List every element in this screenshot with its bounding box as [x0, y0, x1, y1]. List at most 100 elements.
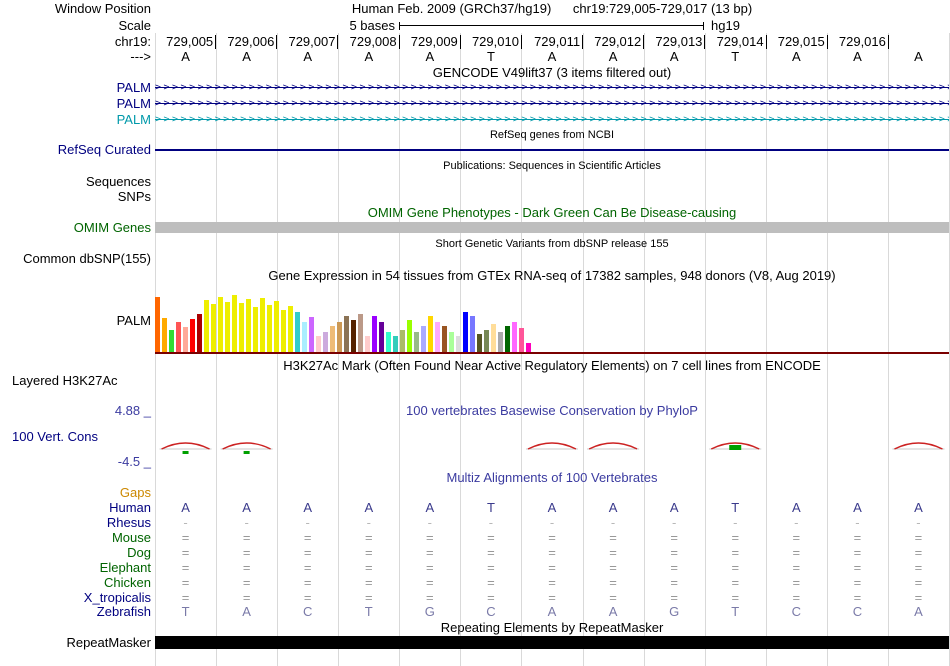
gtex-tissue-bar[interactable]: [169, 330, 174, 352]
gtex-tissue-bar[interactable]: [414, 332, 419, 352]
gene-label-palm-3[interactable]: PALM: [0, 113, 151, 127]
gtex-tissue-bar[interactable]: [421, 326, 426, 352]
gtex-tissue-bar[interactable]: [162, 318, 167, 352]
snps-label[interactable]: SNPs: [0, 190, 151, 204]
repeatmasker-track-title[interactable]: Repeating Elements by RepeatMasker: [155, 621, 949, 635]
multiz-label-chicken[interactable]: Chicken: [0, 576, 151, 590]
publications-track-title[interactable]: Publications: Sequences in Scientific Ar…: [155, 160, 949, 172]
refseq-track-title[interactable]: RefSeq genes from NCBI: [155, 129, 949, 141]
gtex-tissue-bar[interactable]: [260, 298, 265, 352]
gtex-expression-barchart[interactable]: [155, 294, 949, 352]
multiz-track-title[interactable]: Multiz Alignments of 100 Vertebrates: [155, 471, 949, 485]
gtex-tissue-bar[interactable]: [407, 320, 412, 352]
gtex-tissue-bar[interactable]: [379, 322, 384, 352]
omim-track-title[interactable]: OMIM Gene Phenotypes - Dark Green Can Be…: [155, 206, 949, 220]
gencode-track-title[interactable]: GENCODE V49lift37 (3 items filtered out): [155, 66, 949, 80]
gtex-tissue-bar[interactable]: [428, 316, 433, 352]
gtex-tissue-bar[interactable]: [239, 303, 244, 352]
gtex-baseline: [155, 352, 949, 354]
omim-genes-label[interactable]: OMIM Genes: [0, 221, 151, 235]
gtex-tissue-bar[interactable]: [449, 332, 454, 352]
gtex-tissue-bar[interactable]: [344, 316, 349, 352]
gtex-tissue-bar[interactable]: [281, 310, 286, 352]
gtex-tissue-bar[interactable]: [295, 312, 300, 352]
gtex-tissue-bar[interactable]: [197, 314, 202, 352]
gtex-tissue-bar[interactable]: [267, 305, 272, 352]
gtex-tissue-bar[interactable]: [470, 316, 475, 352]
gene-label-palm-2[interactable]: PALM: [0, 97, 151, 111]
base-cell: G: [669, 604, 680, 619]
gtex-tissue-bar[interactable]: [358, 314, 363, 352]
gtex-tissue-bar[interactable]: [484, 330, 489, 352]
gtex-tissue-bar[interactable]: [456, 336, 461, 352]
gtex-tissue-bar[interactable]: [477, 334, 482, 352]
gtex-tissue-bar[interactable]: [365, 336, 370, 352]
gtex-tissue-bar[interactable]: [309, 317, 314, 352]
sequences-label[interactable]: Sequences: [0, 175, 151, 189]
gtex-tissue-bar[interactable]: [435, 322, 440, 352]
multiz-label-x-tropicalis[interactable]: X_tropicalis: [0, 591, 151, 605]
gtex-tissue-bar[interactable]: [155, 297, 160, 352]
transcript-palm-2[interactable]: >>>>>>>>>>>>>>>>>>>>>>>>>>>>>>>>>>>>>>>>…: [155, 97, 949, 110]
gtex-tissue-bar[interactable]: [491, 324, 496, 352]
gtex-tissue-bar[interactable]: [190, 319, 195, 352]
gene-label-palm-1[interactable]: PALM: [0, 81, 151, 95]
transcript-palm-3[interactable]: >>>>>>>>>>>>>>>>>>>>>>>>>>>>>>>>>>>>>>>>…: [155, 113, 949, 126]
gtex-tissue-bar[interactable]: [218, 297, 223, 352]
gtex-tissue-bar[interactable]: [302, 322, 307, 352]
gtex-track-title[interactable]: Gene Expression in 54 tissues from GTEx …: [155, 269, 949, 283]
conservation-label[interactable]: 100 Vert. Cons: [0, 430, 151, 444]
h3k27ac-track-title[interactable]: H3K27Ac Mark (Often Found Near Active Re…: [155, 359, 949, 373]
refseq-gene-item[interactable]: [155, 149, 949, 151]
multiz-label-rhesus[interactable]: Rhesus: [0, 516, 151, 530]
gtex-tissue-bar[interactable]: [316, 336, 321, 352]
multiz-label-mouse[interactable]: Mouse: [0, 531, 151, 545]
conservation-track-title[interactable]: 100 vertebrates Basewise Conservation by…: [155, 404, 949, 418]
dbsnp-track-title[interactable]: Short Genetic Variants from dbSNP releas…: [155, 238, 949, 250]
gtex-gene-label[interactable]: PALM: [0, 314, 151, 328]
multiz-label-zebrafish[interactable]: Zebrafish: [0, 605, 151, 619]
gtex-tissue-bar[interactable]: [204, 300, 209, 352]
gtex-tissue-bar[interactable]: [232, 295, 237, 352]
base-cell: =: [303, 590, 312, 605]
gtex-tissue-bar[interactable]: [176, 322, 181, 352]
range-title: chr19:729,005-729,017 (13 bp): [572, 1, 753, 16]
gtex-tissue-bar[interactable]: [386, 332, 391, 352]
gtex-tissue-bar[interactable]: [372, 316, 377, 352]
gtex-tissue-bar[interactable]: [351, 320, 356, 352]
gtex-tissue-bar[interactable]: [498, 332, 503, 352]
refseq-curated-label[interactable]: RefSeq Curated: [0, 143, 151, 157]
gtex-tissue-bar[interactable]: [288, 306, 293, 352]
omim-gene-item[interactable]: [155, 222, 949, 233]
gtex-tissue-bar[interactable]: [330, 326, 335, 352]
gtex-tissue-bar[interactable]: [225, 302, 230, 352]
multiz-label-dog[interactable]: Dog: [0, 546, 151, 560]
gtex-tissue-bar[interactable]: [323, 332, 328, 352]
gtex-tissue-bar[interactable]: [183, 327, 188, 352]
gtex-tissue-bar[interactable]: [400, 330, 405, 352]
base-cell: =: [914, 530, 923, 545]
gtex-tissue-bar[interactable]: [463, 312, 468, 352]
gtex-tissue-bar[interactable]: [337, 322, 342, 352]
multiz-label-human[interactable]: Human: [0, 501, 151, 515]
gtex-tissue-bar[interactable]: [442, 326, 447, 352]
repeatmasker-label[interactable]: RepeatMasker: [0, 636, 151, 650]
gtex-tissue-bar[interactable]: [519, 328, 524, 352]
conservation-wiggle[interactable]: [155, 425, 949, 465]
base-cell: [583, 486, 644, 500]
gtex-tissue-bar[interactable]: [393, 336, 398, 352]
multiz-label-gaps[interactable]: Gaps: [0, 486, 151, 500]
gtex-tissue-bar[interactable]: [211, 304, 216, 352]
base-cell: -: [244, 515, 249, 530]
gtex-tissue-bar[interactable]: [246, 299, 251, 352]
common-dbsnp-label[interactable]: Common dbSNP(155): [0, 252, 151, 266]
gtex-tissue-bar[interactable]: [274, 301, 279, 352]
gtex-tissue-bar[interactable]: [505, 326, 510, 352]
gtex-tissue-bar[interactable]: [526, 343, 531, 352]
gtex-tissue-bar[interactable]: [253, 307, 258, 352]
repeatmasker-item[interactable]: [155, 636, 949, 649]
h3k27ac-label[interactable]: Layered H3K27Ac: [0, 374, 151, 388]
transcript-palm-1[interactable]: >>>>>>>>>>>>>>>>>>>>>>>>>>>>>>>>>>>>>>>>…: [155, 81, 949, 94]
multiz-label-elephant[interactable]: Elephant: [0, 561, 151, 575]
gtex-tissue-bar[interactable]: [512, 322, 517, 352]
